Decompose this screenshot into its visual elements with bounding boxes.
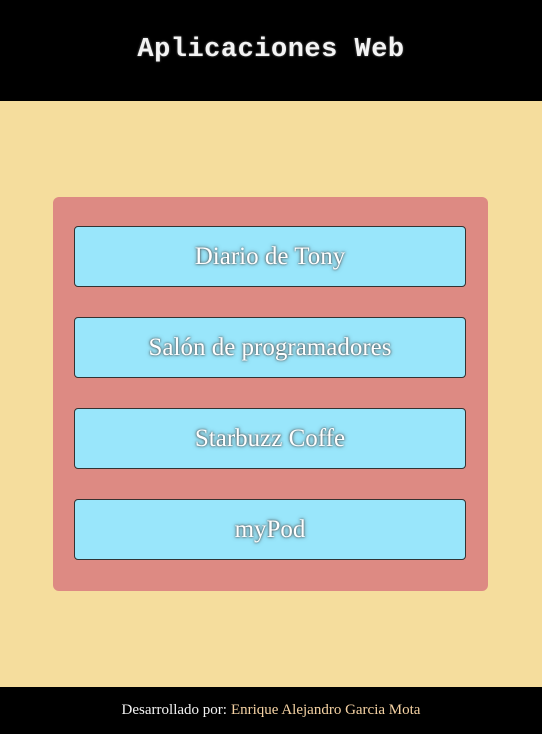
page-title: Aplicaciones Web <box>137 34 405 65</box>
site-header: Aplicaciones Web <box>0 0 542 101</box>
apps-menu-panel: Diario de Tony Salón de programadores St… <box>53 197 488 591</box>
footer-credit-label: Desarrollado por: <box>121 702 227 718</box>
main-content: Diario de Tony Salón de programadores St… <box>0 101 542 687</box>
app-link-starbuzz-coffe[interactable]: Starbuzz Coffe <box>74 408 466 469</box>
app-link-diario-de-tony[interactable]: Diario de Tony <box>74 226 466 287</box>
app-link-mypod[interactable]: myPod <box>74 499 466 560</box>
site-footer: Desarrollado por: Enrique Alejandro Garc… <box>0 687 542 734</box>
footer-author-name: Enrique Alejandro Garcia Mota <box>230 702 421 718</box>
app-link-salon-de-programadores[interactable]: Salón de programadores <box>74 317 466 378</box>
